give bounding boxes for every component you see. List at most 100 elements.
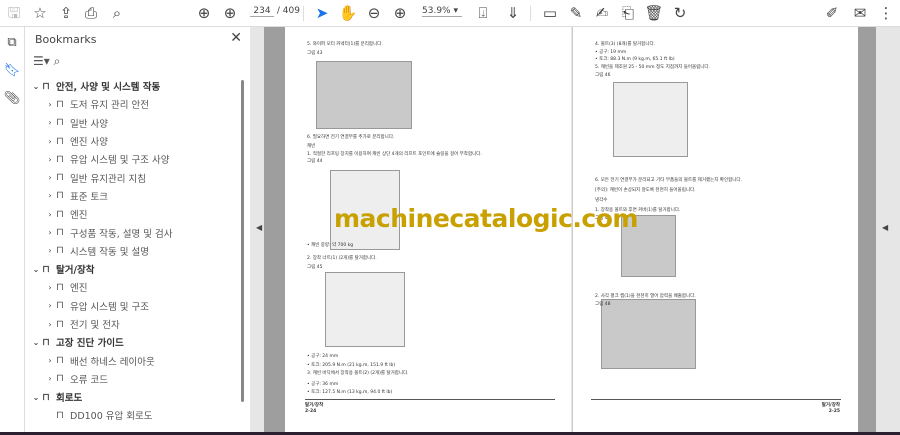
collapse-right-arrow[interactable]: ◀: [882, 223, 888, 232]
bookmarks-panel-icon[interactable]: 🔖︎: [0, 63, 24, 83]
page-text-line: 1. 적절한 리프팅 장치를 이용하여 캐빈 상단 4개의 리프트 포인트에 슬…: [307, 152, 482, 157]
print-icon[interactable]: ⎙: [81, 4, 101, 23]
chevron-right-icon[interactable]: ›: [44, 118, 56, 127]
footer-page: 2-25: [828, 409, 840, 414]
bookmark-item[interactable]: ⌄ ⊓ 회로도: [30, 388, 240, 406]
bookmark-icon: ⊓: [56, 409, 64, 421]
bookmark-item[interactable]: › ⊓ 오류 코드: [30, 370, 240, 388]
fit-page-icon[interactable]: ⍗: [473, 4, 493, 23]
chevron-right-icon[interactable]: ›: [44, 374, 56, 383]
chevron-right-icon[interactable]: ›: [44, 283, 56, 292]
comment-icon[interactable]: ▭: [540, 4, 560, 23]
page-text-line: 5. 와이퍼 모터 커넥터(1)를 분리합니다.: [307, 42, 383, 47]
page-text-line: 4. 볼트(3) (8개)를 탈거합니다.: [595, 42, 656, 47]
close-icon[interactable]: ✕: [230, 30, 242, 46]
bookmark-icon: ⊓: [56, 300, 64, 312]
bookmark-item[interactable]: ⌄ ⊓ 안전, 사양 및 시스템 작동: [30, 77, 240, 95]
chevron-right-icon[interactable]: ›: [44, 100, 56, 109]
page-text-line: 그림 45: [307, 265, 323, 270]
chevron-right-icon[interactable]: ›: [44, 228, 56, 237]
bookmark-item[interactable]: › ⊓ 전기 및 전자: [30, 315, 240, 333]
bookmark-item[interactable]: › ⊓ 유압 시스템 및 구조 사양: [30, 150, 240, 168]
bookmark-item[interactable]: › ⊓ 시스템 작동 및 설명: [30, 242, 240, 260]
zoom-select[interactable]: 53.9% ▾: [422, 6, 462, 17]
rotate-icon[interactable]: ↻: [670, 4, 690, 23]
zoom-search-icon[interactable]: ⌕: [107, 4, 127, 23]
bookmark-label: 구성품 작동, 설명 및 검사: [70, 228, 173, 240]
bookmark-item[interactable]: › ⊓ 배선 하네스 레이아웃: [30, 351, 240, 369]
save-icon[interactable]: 🖫: [4, 4, 24, 23]
bookmark-icon: ⊓: [42, 263, 50, 275]
bookmark-icon: ⊓: [42, 391, 50, 403]
chevron-right-icon[interactable]: ›: [44, 301, 56, 310]
bookmark-item[interactable]: › ⊓ 엔진: [30, 278, 240, 296]
scroll-mode-icon[interactable]: ⇓: [503, 4, 523, 23]
chevron-down-icon[interactable]: ⌄: [30, 82, 42, 91]
bookmark-item[interactable]: ⌄ ⊓ 고장 진단 가이드: [30, 333, 240, 351]
upload-cloud-icon[interactable]: ⇪: [56, 4, 76, 23]
page-text-line: 3. 캐빈 바닥에서 장착용 볼트(2) (2개)를 탈거합니다.: [307, 371, 409, 376]
page-text-line: 2. 장착 너트(1) (2개)를 탈거합니다.: [307, 256, 377, 261]
hand-tool-icon[interactable]: ✋: [338, 4, 358, 23]
find-bookmark-icon[interactable]: ⌕: [54, 54, 61, 68]
chevron-right-icon[interactable]: ›: [44, 173, 56, 182]
bookmark-label: 일반 유지관리 지침: [70, 173, 146, 185]
page-text-line: • 공구: 24 mm: [307, 354, 339, 359]
page-number-input[interactable]: 234: [250, 6, 274, 17]
pages-thumbnail-icon[interactable]: ⧉: [0, 35, 24, 55]
bookmark-item[interactable]: › ⊓ 도저 유지 관리 안전: [30, 95, 240, 113]
bookmark-item[interactable]: › ⊓ 일반 유지관리 지침: [30, 168, 240, 186]
trash-icon[interactable]: 🗑: [644, 4, 664, 23]
bookmark-icon: ⊓: [56, 355, 64, 367]
bookmark-item[interactable]: ⊓ DD100 유압 회로도: [30, 406, 240, 424]
chevron-down-icon[interactable]: ⌄: [30, 265, 42, 274]
chevron-right-icon[interactable]: ›: [44, 155, 56, 164]
bookmark-label: 엔진: [70, 210, 88, 222]
bookmarks-title: Bookmarks: [35, 33, 97, 46]
sign-icon[interactable]: ✍: [592, 4, 612, 23]
bookmark-item[interactable]: › ⊓ 일반 사양: [30, 114, 240, 132]
fill-sign-icon[interactable]: ✐: [822, 4, 842, 23]
chevron-down-icon[interactable]: ⌄: [30, 393, 42, 402]
zoom-out-icon[interactable]: ⊖: [364, 4, 384, 23]
bookmark-label: 엔진 사양: [70, 137, 108, 149]
bookmark-options-icon[interactable]: ☰▾: [33, 54, 50, 68]
bookmark-label: 안전, 사양 및 시스템 작동: [56, 82, 161, 94]
attachments-icon[interactable]: 📎︎: [0, 91, 24, 111]
collapse-left-arrow[interactable]: ◀: [256, 223, 262, 232]
page-text-line: • 공구: 36 mm: [307, 382, 339, 387]
prev-page-icon[interactable]: ⊕: [194, 4, 214, 23]
chevron-right-icon[interactable]: ›: [44, 356, 56, 365]
bookmark-label: 유압 시스템 및 구조: [70, 301, 149, 313]
bookmark-item[interactable]: › ⊓ 엔진: [30, 205, 240, 223]
email-icon[interactable]: ✉: [850, 4, 870, 23]
page-text-line: [주의]: 캐빈이 손상되지 않도록 천천히 들어올립니다.: [595, 188, 696, 193]
chevron-right-icon[interactable]: ›: [44, 210, 56, 219]
toolbar: 🖫 ☆ ⇪ ⎙ ⌕ ⊕ ⊕ 234 / 409 ➤ ✋ ⊖ ⊕ 53.9% ▾ …: [0, 0, 900, 27]
chevron-right-icon[interactable]: ›: [44, 320, 56, 329]
bookmark-label: 시스템 작동 및 설명: [70, 246, 149, 258]
figure-46: [613, 82, 688, 157]
bookmark-item[interactable]: › ⊓ 엔진 사양: [30, 132, 240, 150]
watermark: machinecatalogic.com: [334, 204, 638, 233]
zoom-in-icon[interactable]: ⊕: [390, 4, 410, 23]
bookmark-item[interactable]: › ⊓ 유압 시스템 및 구조: [30, 297, 240, 315]
bookmark-item[interactable]: › ⊓ 구성품 작동, 설명 및 검사: [30, 223, 240, 241]
bookmark-label: 회로도: [56, 393, 83, 405]
chevron-right-icon[interactable]: ›: [44, 137, 56, 146]
bookmark-item[interactable]: ⌄ ⊓ 탈거/장착: [30, 260, 240, 278]
highlight-pen-icon[interactable]: ✎: [566, 4, 586, 23]
chevron-right-icon[interactable]: ›: [44, 246, 56, 255]
stamp-icon[interactable]: ⎗: [618, 4, 638, 23]
next-page-icon[interactable]: ⊕: [220, 4, 240, 23]
bookmark-star-icon[interactable]: ☆: [30, 4, 50, 23]
more-tools-icon[interactable]: ⋮: [876, 4, 896, 23]
bookmark-item[interactable]: › ⊓ 표준 토크: [30, 187, 240, 205]
bookmark-icon: ⊓: [56, 373, 64, 385]
select-cursor-icon[interactable]: ➤: [312, 4, 332, 23]
page-text-line: 2. 사각 평크 캡(1)을 천천히 열어 압력을 배출합니다.: [595, 294, 696, 299]
chevron-down-icon[interactable]: ⌄: [30, 338, 42, 347]
bookmark-scrollbar[interactable]: [241, 80, 244, 402]
chevron-right-icon[interactable]: ›: [44, 191, 56, 200]
footer-page: 2-24: [305, 409, 317, 414]
